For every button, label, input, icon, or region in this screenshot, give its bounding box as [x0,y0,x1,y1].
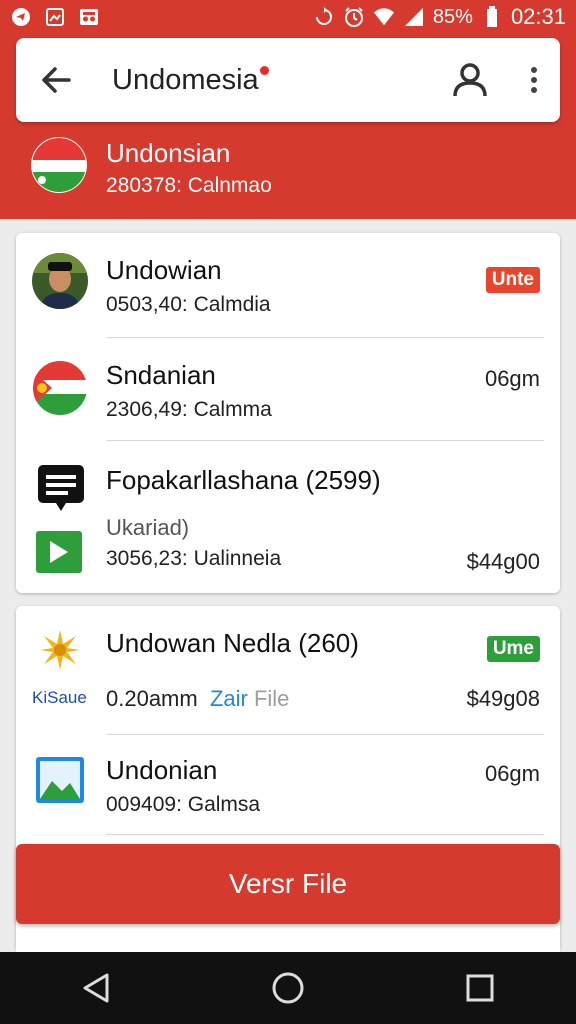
triangle-back-icon [83,973,109,1003]
item-subtitle: 009409: Galmsa [106,793,261,816]
portrait-avatar-icon [32,253,88,309]
clock: 02:31 [510,4,566,29]
battery-percent: 85% [432,5,473,28]
wifi-icon [373,6,395,28]
nav-home-button[interactable] [258,958,318,1018]
item-subtitle: 3056,23: Ualinneia [106,547,282,570]
more-options-button[interactable] [524,62,544,98]
gallery-icon [44,6,66,28]
item-title: Fopakarllashana (2599) [106,465,381,495]
item-link[interactable]: Zair [210,686,248,711]
unread-dot [259,65,269,75]
list-item[interactable]: Undowian 0503,40: Calmdia Unte [16,233,560,337]
item-meta: 06gm [484,761,540,786]
header-contact-subtitle: 280378: Calnmao [106,174,272,197]
header-contact-name: Undonsian [106,138,231,168]
item-subtitle: 0503,40: Calmdia [106,293,271,316]
item-label: Ukariad) [106,515,190,540]
results-card-1: Undowian 0503,40: Calmdia Unte Sndanian … [16,233,560,593]
item-meta: 06gm [484,366,540,391]
arrow-back-icon [42,67,71,93]
list-item[interactable]: Sndanian 2306,49: Calmma 06gm [16,338,560,440]
list-item[interactable]: Undonian 009409: Galmsa 06gm [16,735,560,837]
list-item[interactable]: Fopakarllashana (2599) Ukariad) 3056,23:… [16,441,560,593]
item-title: Sndanian [106,360,216,390]
incognito-icon [78,6,100,28]
circle-home-icon [272,972,304,1004]
divider [106,834,544,835]
status-badge: Ume [486,636,540,662]
search-bar[interactable]: Undomesia [16,38,560,122]
item-title: Undowan Nedla (260) [106,628,359,658]
item-price: $49g08 [466,686,540,711]
nav-back-button[interactable] [66,958,126,1018]
sync-icon [313,6,335,28]
search-input[interactable]: Undomesia [112,64,269,97]
telegram-icon [10,6,32,28]
next-card-peek [16,930,560,952]
item-subtitle: 0.20amm Zair File [106,686,290,711]
item-title: Undonian [106,755,218,785]
brand-logo: KiSaue [32,688,87,707]
item-price: $44g00 [466,549,540,574]
primary-action-button[interactable]: Versr File [16,844,560,924]
item-subtitle: 2306,49: Calmma [106,398,272,421]
image-gallery-icon [36,757,84,803]
account-button[interactable] [450,60,490,100]
status-badge: Unte [485,267,540,293]
system-nav-bar [0,952,576,1024]
sun-icon [40,630,80,670]
flag-avatar-icon [33,361,87,415]
item-title: Undowian [106,255,222,285]
list-item[interactable]: KiSaue Undowan Nedla (260) Ume 0.20amm Z… [16,606,560,734]
person-icon [453,63,487,97]
header-contact[interactable]: Undonsian 280378: Calnmao [30,136,550,202]
flag-avatar-icon [31,137,87,193]
more-vert-icon [531,67,537,93]
alarm-icon [343,6,365,28]
square-recents-icon [466,974,494,1002]
notification-icons [10,6,100,28]
message-icon [38,465,84,511]
nav-recents-button[interactable] [450,958,510,1018]
back-button[interactable] [16,38,96,122]
status-bar: 85% 02:31 [0,0,576,34]
system-status: 85% 02:31 [313,4,566,30]
signal-icon [403,6,425,28]
send-mail-icon [36,531,82,573]
battery-icon [481,6,503,28]
